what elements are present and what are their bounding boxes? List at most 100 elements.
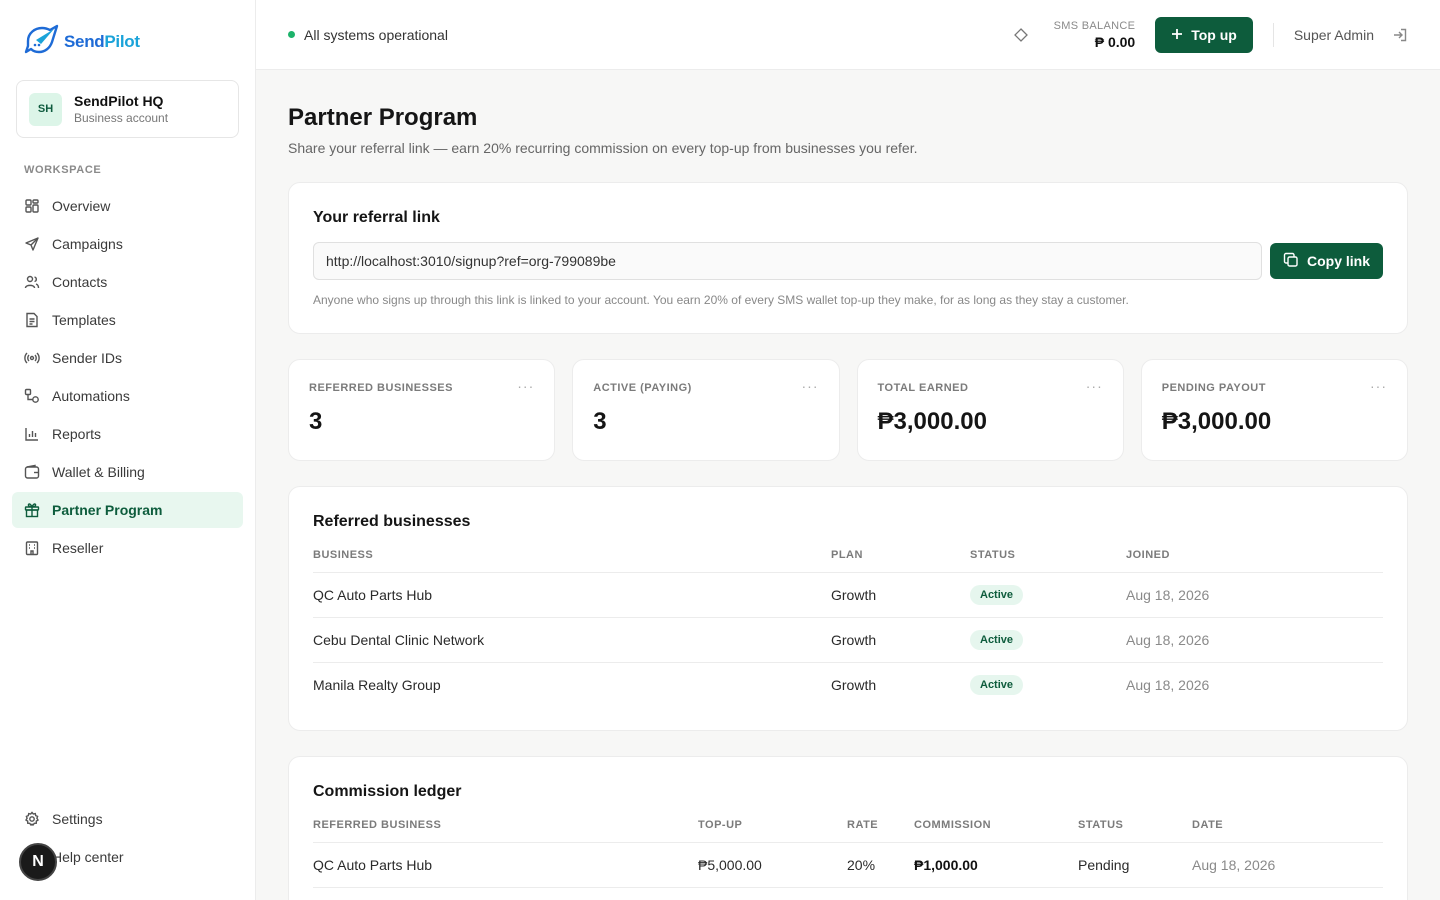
- more-icon[interactable]: ···: [1086, 378, 1103, 394]
- sidebar-item-templates[interactable]: Templates: [12, 302, 243, 338]
- column-header: STATUS: [1078, 818, 1192, 843]
- status-badge: Active: [970, 675, 1024, 696]
- logo[interactable]: SendPilot: [24, 24, 140, 59]
- topup-cell: ₱5,000.00: [698, 842, 847, 888]
- sidebar-item-reports[interactable]: Reports: [12, 416, 243, 452]
- column-header: DATE: [1192, 818, 1383, 843]
- copy-icon: [1283, 252, 1299, 271]
- sidebar-item-partner-program[interactable]: Partner Program: [12, 492, 243, 528]
- joined-cell: Aug 18, 2026: [1126, 677, 1210, 694]
- grid-icon: [24, 198, 40, 214]
- sidebar-item-reseller[interactable]: Reseller: [12, 530, 243, 566]
- sidebar-item-campaigns[interactable]: Campaigns: [12, 226, 243, 262]
- stat-card-pending-payout: PENDING PAYOUT ₱3,000.00 ···: [1140, 359, 1408, 461]
- paper-plane-logo-icon: [24, 24, 60, 59]
- sidebar-item-wallet-billing[interactable]: Wallet & Billing: [12, 454, 243, 490]
- referral-link-input[interactable]: [313, 242, 1262, 280]
- column-header: BUSINESS: [313, 549, 831, 573]
- business-cell: QC Auto Parts Hub: [313, 842, 698, 888]
- status-badge: Active: [970, 585, 1024, 605]
- table-row[interactable]: QC Auto Parts Hub ₱5,000.00 20% ₱1,000.0…: [313, 842, 1383, 888]
- stat-value: 3: [593, 408, 607, 435]
- column-header: JOINED: [1126, 549, 1383, 573]
- sidebar-item-label: Partner Program: [52, 502, 163, 518]
- referred-table: BUSINESS PLAN STATUS JOINED QC Auto Part…: [313, 549, 1383, 708]
- account-switcher[interactable]: SH SendPilot HQ Business account: [16, 80, 239, 138]
- top-up-label: Top up: [1191, 27, 1237, 43]
- balance-label: SMS BALANCE: [1053, 20, 1136, 32]
- dev-tools-badge[interactable]: N: [19, 843, 57, 881]
- sidebar-item-label: Automations: [52, 388, 130, 404]
- referred-title: Referred businesses: [313, 513, 471, 530]
- column-header: COMMISSION: [914, 818, 1078, 843]
- referred-businesses-card: Referred businesses BUSINESS PLAN STATUS…: [288, 486, 1408, 731]
- plan-cell: Growth: [831, 617, 970, 663]
- wallet-icon: [24, 464, 40, 480]
- system-status: All systems operational: [288, 27, 448, 43]
- sidebar-item-label: Settings: [52, 811, 103, 827]
- sidebar-item-label: Campaigns: [52, 236, 123, 252]
- stat-label: REFERRED BUSINESSES: [309, 382, 453, 394]
- plus-icon: [1171, 27, 1183, 43]
- business-cell: QC Auto Parts Hub: [313, 572, 831, 618]
- page-content: Partner Program Share your referral link…: [256, 70, 1440, 900]
- sidebar-item-automations[interactable]: Automations: [12, 378, 243, 414]
- sidebar-item-label: Wallet & Billing: [52, 464, 145, 480]
- more-icon[interactable]: ···: [517, 378, 534, 394]
- table-row[interactable]: Cebu Dental Clinic Network Growth Active…: [313, 617, 1383, 663]
- stat-label: TOTAL EARNED: [877, 382, 969, 394]
- referral-link-row: Copy link: [313, 242, 1383, 280]
- gear-icon: [24, 811, 40, 827]
- stat-value: 3: [309, 408, 323, 435]
- gift-icon: [24, 502, 40, 518]
- ledger-title: Commission ledger: [313, 782, 462, 800]
- brand-name: SendPilot: [64, 31, 140, 51]
- broadcast-icon: [24, 350, 40, 366]
- stat-value: ₱3,000.00: [1161, 408, 1272, 435]
- top-up-button[interactable]: Top up: [1155, 17, 1253, 53]
- sidebar-item-label: Contacts: [52, 274, 108, 290]
- copy-link-button[interactable]: Copy link: [1270, 243, 1383, 279]
- referral-card-title: Your referral link: [313, 209, 440, 226]
- business-cell: Manila Realty Group: [313, 677, 441, 694]
- sidebar-item-label: Templates: [52, 312, 116, 328]
- date-cell: Aug 18, 2026: [1192, 842, 1383, 888]
- status-cell: Pending: [1078, 842, 1192, 888]
- main-content: All systems operational SMS BALANCE ₱ 0.…: [256, 0, 1440, 900]
- topbar-actions: SMS BALANCE ₱ 0.00 Top up Super Admin: [1013, 0, 1408, 70]
- plan-cell: Growth: [831, 572, 970, 618]
- ledger-table: REFERRED BUSINESS TOP-UP RATE COMMISSION…: [313, 818, 1383, 888]
- more-icon[interactable]: ···: [1370, 378, 1387, 394]
- users-icon: [24, 274, 40, 290]
- account-name: SendPilot HQ: [74, 93, 164, 109]
- stat-label: PENDING PAYOUT: [1161, 382, 1266, 394]
- sidebar-item-contacts[interactable]: Contacts: [12, 264, 243, 300]
- status-badge: Active: [970, 630, 1024, 650]
- column-header: STATUS: [970, 549, 1126, 573]
- table-row[interactable]: Manila Realty Group Growth Active Aug 18…: [313, 663, 1383, 708]
- file-icon: [24, 312, 40, 328]
- sidebar-item-overview[interactable]: Overview: [12, 188, 243, 224]
- table-header-row: BUSINESS PLAN STATUS JOINED: [313, 549, 1383, 573]
- more-icon[interactable]: ···: [802, 378, 819, 394]
- table-row[interactable]: QC Auto Parts Hub Growth Active Aug 18, …: [313, 572, 1383, 618]
- user-name[interactable]: Super Admin: [1294, 27, 1374, 43]
- sidebar-nav: Overview Campaigns Contacts Templates Se…: [12, 188, 243, 568]
- joined-cell: Aug 18, 2026: [1126, 617, 1383, 663]
- sidebar-item-label: Reseller: [52, 540, 104, 556]
- referral-note: Anyone who signs up through this link is…: [313, 293, 1129, 307]
- sms-balance: SMS BALANCE ₱ 0.00: [1054, 20, 1136, 50]
- sidebar-item-sender-ids[interactable]: Sender IDs: [12, 340, 243, 376]
- joined-cell: Aug 18, 2026: [1126, 572, 1383, 618]
- logout-icon[interactable]: [1392, 27, 1408, 43]
- bar-chart-icon: [24, 426, 40, 442]
- building-icon: [24, 540, 40, 556]
- account-type: Business account: [74, 111, 169, 125]
- diamond-icon[interactable]: [1013, 28, 1028, 42]
- sidebar-item-settings[interactable]: Settings: [12, 801, 243, 837]
- account-avatar: SH: [29, 92, 62, 126]
- table-header-row: REFERRED BUSINESS TOP-UP RATE COMMISSION…: [313, 818, 1383, 843]
- workspace-label: WORKSPACE: [24, 164, 102, 176]
- sidebar: SendPilot SH SendPilot HQ Business accou…: [0, 0, 256, 900]
- column-header: PLAN: [831, 549, 970, 573]
